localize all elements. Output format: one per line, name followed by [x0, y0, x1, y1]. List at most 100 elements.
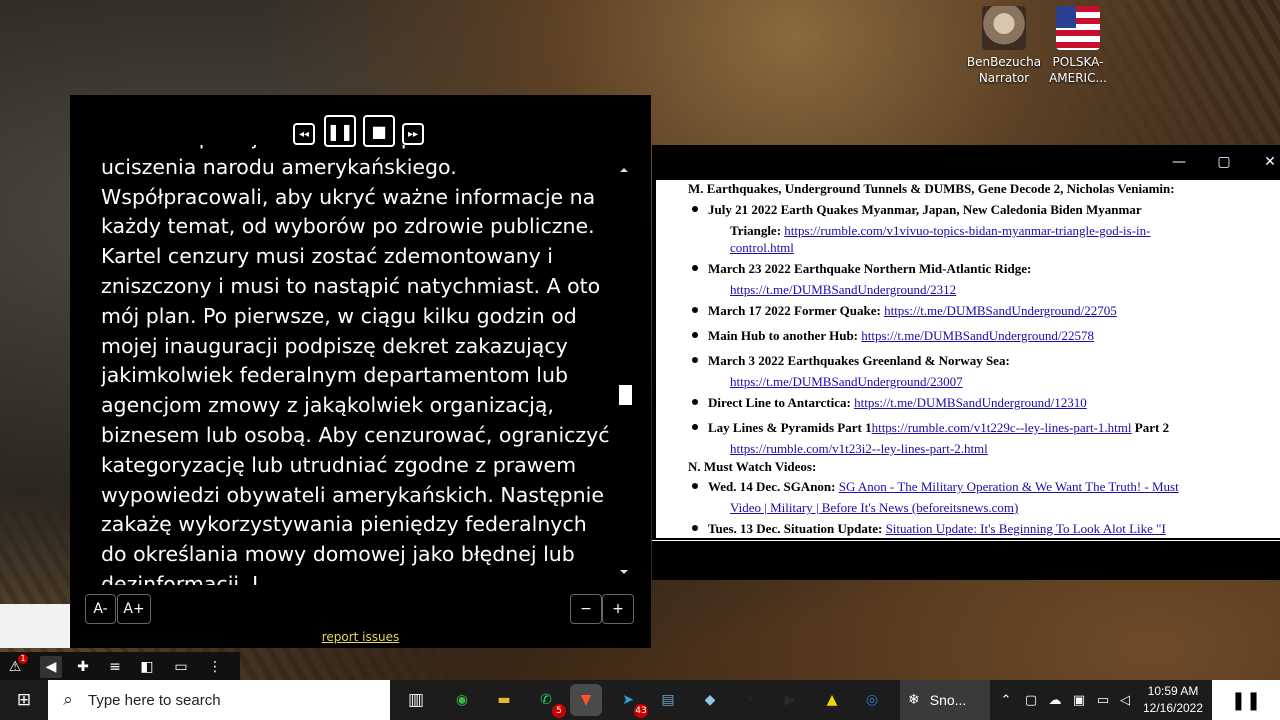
notification-badge: 5	[552, 704, 566, 718]
item-link[interactable]: https://t.me/DUMBSandUnderground/22705	[884, 303, 1117, 318]
list-item: July 21 2022 Earth Quakes Myanmar, Japan…	[692, 199, 1268, 220]
font-increase-button[interactable]: A+	[117, 594, 151, 624]
network-icon[interactable]: ▭	[1092, 680, 1114, 720]
telegram-glyph: ➤	[622, 692, 634, 708]
windows-start-icon[interactable]: ⊞	[4, 680, 44, 720]
search-icon: ⌕	[63, 690, 73, 710]
speed-decrease-button[interactable]: −	[570, 594, 602, 624]
reader-text-area[interactable]: mediów spiskuje w celu manipulowania i u…	[101, 145, 611, 585]
narrator-icon[interactable]: ◀	[40, 656, 62, 678]
desktop-icon-narrator[interactable]: BenBezucha Narrator	[966, 6, 1042, 86]
chevron-up-icon[interactable]: ⌃	[996, 680, 1016, 720]
item-link[interactable]: https://t.me/DUMBSandUnderground/22578	[861, 328, 1094, 343]
item-link[interactable]: https://rumble.com/v1vivuo-topics-bidan-…	[784, 223, 1150, 238]
taskbar-app-label: Sno...	[929, 692, 967, 708]
video-editor-icon[interactable]: ▶	[774, 684, 806, 716]
notification-button[interactable]: ❚❚	[1212, 680, 1280, 720]
document-titlebar: — ▢ ✕	[652, 145, 1280, 180]
document-content: M. Earthquakes, Underground Tunnels & DU…	[656, 180, 1280, 538]
item-link[interactable]: Video | Military | Before It's News (bef…	[730, 500, 1018, 515]
item-link[interactable]: control.html	[730, 240, 794, 255]
item-title: March 3 2022 Earthquakes Greenland & Nor…	[708, 353, 1010, 368]
sidebar-icon[interactable]: ◧	[136, 656, 158, 678]
scroll-up-arrow-icon[interactable]	[620, 168, 628, 172]
desktop-icon-label: BenBezucha	[966, 55, 1042, 69]
security-icon[interactable]: ▣	[1068, 680, 1090, 720]
scroll-down-arrow-icon[interactable]	[620, 570, 628, 574]
desktop-icon-polska[interactable]: POLSKA- AMERIC...	[1040, 6, 1116, 86]
volume-icon[interactable]: ◁	[1114, 680, 1136, 720]
whatsapp-icon[interactable]: ✆ 5	[530, 684, 566, 718]
pause-button[interactable]: ❚❚	[324, 115, 356, 147]
toolbar-strip: ⚠ 1 ◀ ✚ ≡ ◧ ▭ ⋮	[0, 652, 240, 680]
norton-icon[interactable]: ▲	[816, 684, 848, 716]
telegram-icon[interactable]: ➤ 43	[612, 684, 648, 718]
taskbar: ⊞ ⌕ Type here to search ▥ ◉ ▬ ✆ 5 ▼ ➤ 43 ▤ ◆ ⚡ ▶ ▲ ◎…	[0, 680, 1280, 720]
taskbar-app-snow[interactable]: ❄ Sno...	[900, 680, 990, 720]
list-item-continuation: Video | Military | Before It's News (bef…	[730, 497, 1270, 518]
item-link[interactable]: https://t.me/DUMBSandUnderground/2312	[730, 282, 956, 297]
speed-increase-button[interactable]: +	[602, 594, 634, 624]
extensions-icon[interactable]: ✚	[72, 656, 94, 678]
item-link[interactable]: https://t.me/DUMBSandUnderground/23007	[730, 374, 963, 389]
item-link[interactable]: https://rumble.com/v1t229c--ley-lines-pa…	[872, 420, 1132, 435]
reader-scrollbar[interactable]	[616, 165, 636, 585]
item-link[interactable]: https://rumble.com/v1t23i2--ley-lines-pa…	[730, 441, 988, 456]
list-item-continuation: https://t.me/DUMBSandUnderground/23007	[730, 371, 1270, 392]
item-title: Triangle:	[730, 223, 782, 238]
list-item-continuation: control.html	[730, 237, 1270, 258]
narrator-app-icon	[982, 6, 1026, 50]
rewind-button[interactable]: ◂◂	[293, 123, 315, 145]
sharex-icon[interactable]: ⚡	[734, 684, 766, 716]
item-title: Lay Lines & Pyramids Part 1	[708, 420, 872, 435]
android-app-icon[interactable]: ◉	[446, 684, 478, 716]
report-issues-row: report issues	[70, 626, 651, 645]
norton-glyph: ▲	[826, 692, 838, 708]
flag-icon	[1056, 6, 1100, 50]
sharex-glyph: ⚡	[745, 692, 755, 708]
onedrive-icon[interactable]: ☁	[1044, 680, 1066, 720]
item-title: Main Hub to another Hub:	[708, 328, 859, 343]
playlist-icon[interactable]: ≡	[104, 656, 126, 678]
meet-icon[interactable]: ▢	[1020, 680, 1042, 720]
chrome-like-icon[interactable]: ◎	[856, 684, 888, 716]
notepad-glyph: ▤	[661, 692, 675, 708]
task-view-icon[interactable]: ▥	[396, 680, 436, 720]
maximize-button[interactable]: ▢	[1213, 152, 1235, 172]
taskbar-clock[interactable]: 10:59 AM 12/16/2022	[1136, 683, 1210, 717]
report-issues-link[interactable]: report issues	[322, 630, 400, 644]
font-decrease-button[interactable]: A-	[85, 594, 116, 624]
menu-icon[interactable]: ⋮	[204, 656, 226, 678]
item-title: Direct Line to Antarctica:	[708, 395, 851, 410]
clock-time: 10:59 AM	[1147, 684, 1199, 698]
stop-button[interactable]: ■	[363, 115, 395, 147]
warning-icon[interactable]: ⚠ 1	[4, 654, 28, 678]
taskbar-search[interactable]: ⌕ Type here to search	[48, 680, 390, 720]
item-title-suffix: Part 2	[1131, 420, 1170, 435]
close-button[interactable]: ✕	[1259, 152, 1280, 172]
item-title: Wed. 14 Dec. SGAnon:	[708, 479, 836, 494]
file-explorer-glyph: ▬	[497, 692, 511, 708]
notes-glyph: ◆	[704, 692, 716, 708]
video-editor-glyph: ▶	[784, 692, 796, 708]
document-footer-strip	[652, 540, 1280, 580]
snowflake-icon: ❄	[908, 692, 920, 708]
forward-button[interactable]: ▸▸	[402, 123, 424, 145]
scroll-thumb[interactable]	[619, 385, 632, 405]
notification-badge: 43	[634, 704, 648, 718]
item-link[interactable]: https://t.me/DUMBSandUnderground/12310	[854, 395, 1087, 410]
item-link[interactable]: SG Anon - The Military Operation & We Wa…	[839, 479, 1179, 494]
document-window: — ▢ ✕ M. Earthquakes, Underground Tunnel…	[652, 145, 1280, 580]
minimize-button[interactable]: —	[1168, 152, 1190, 172]
file-explorer-icon[interactable]: ▬	[488, 684, 520, 716]
item-title: July 21 2022 Earth Quakes Myanmar, Japan…	[708, 202, 1142, 217]
notification-badge: 1	[18, 654, 28, 664]
section-heading: N. Must Watch Videos:	[688, 459, 817, 474]
brave-icon[interactable]: ▼	[570, 684, 602, 716]
playback-controls: ◂◂ ❚❚ ■ ▸▸	[70, 113, 651, 147]
notepad-icon[interactable]: ▤	[652, 684, 684, 716]
wallet-icon[interactable]: ▭	[170, 656, 192, 678]
notes-icon[interactable]: ◆	[694, 684, 726, 716]
item-link[interactable]: Situation Update: It's Beginning To Look…	[886, 521, 1166, 536]
item-title: Tues. 13 Dec. Situation Update:	[708, 521, 883, 536]
